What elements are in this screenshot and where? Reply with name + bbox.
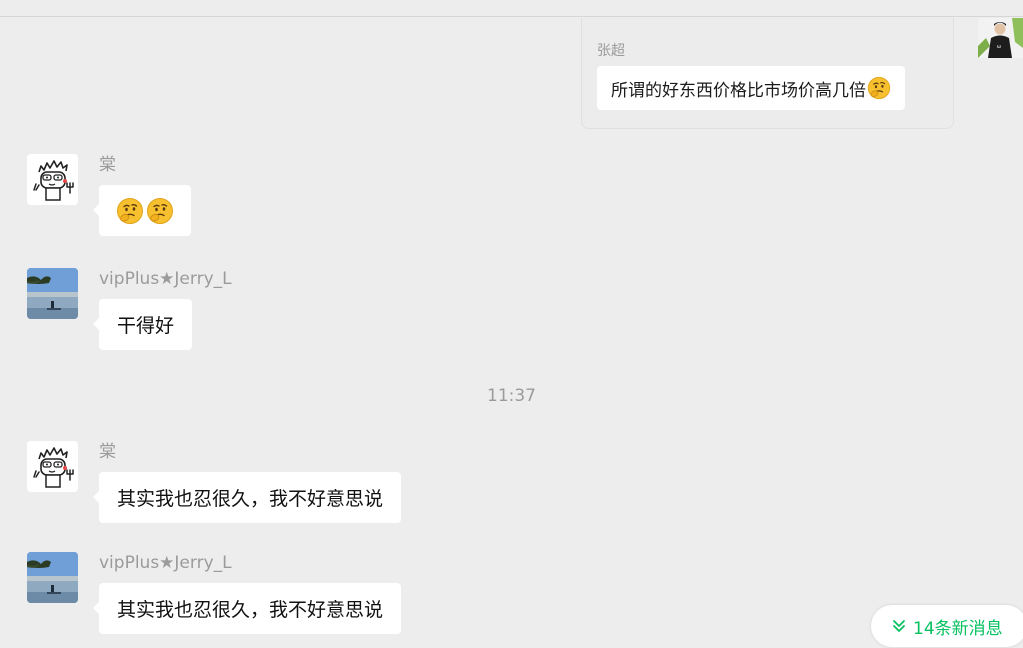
avatar[interactable] bbox=[27, 441, 78, 492]
self-avatar[interactable] bbox=[978, 18, 1023, 58]
avatar[interactable] bbox=[27, 552, 78, 603]
quoted-message-card[interactable]: 张超 所谓的好东西价格比市场价高几倍 bbox=[581, 18, 954, 129]
message-bubble[interactable]: 其实我也忍很久，我不好意思说 bbox=[92, 472, 402, 523]
message-sender: 棠 bbox=[99, 155, 116, 175]
message-text: 其实我也忍很久，我不好意思说 bbox=[117, 599, 384, 621]
message-sender: vipPlus★Jerry_L bbox=[99, 269, 232, 289]
avatar[interactable] bbox=[27, 154, 78, 205]
quoted-message-bubble[interactable]: 所谓的好东西价格比市场价高几倍 bbox=[597, 66, 905, 110]
message-text: 干得好 bbox=[117, 315, 175, 337]
message-text: 其实我也忍很久，我不好意思说 bbox=[117, 488, 384, 510]
time-divider: 11:37 bbox=[487, 386, 536, 406]
thinking-face-emoji-icon bbox=[867, 76, 891, 100]
quoted-message-sender: 张超 bbox=[597, 43, 625, 59]
double-chevron-down-icon bbox=[893, 620, 905, 632]
thinking-face-emoji-icon bbox=[116, 197, 144, 225]
message-sender: 棠 bbox=[99, 442, 116, 462]
new-messages-button[interactable]: 14条新消息 bbox=[871, 605, 1023, 647]
message-sender: vipPlus★Jerry_L bbox=[99, 553, 232, 573]
quoted-message-text: 所谓的好东西价格比市场价高几倍 bbox=[611, 80, 866, 101]
message-bubble[interactable] bbox=[93, 185, 191, 236]
header-divider bbox=[0, 16, 1023, 17]
avatar[interactable] bbox=[27, 268, 78, 319]
message-bubble[interactable]: 其实我也忍很久，我不好意思说 bbox=[92, 583, 402, 634]
message-bubble[interactable]: 干得好 bbox=[92, 299, 193, 350]
new-messages-label: 14条新消息 bbox=[913, 618, 1003, 639]
thinking-face-emoji-icon bbox=[146, 197, 174, 225]
